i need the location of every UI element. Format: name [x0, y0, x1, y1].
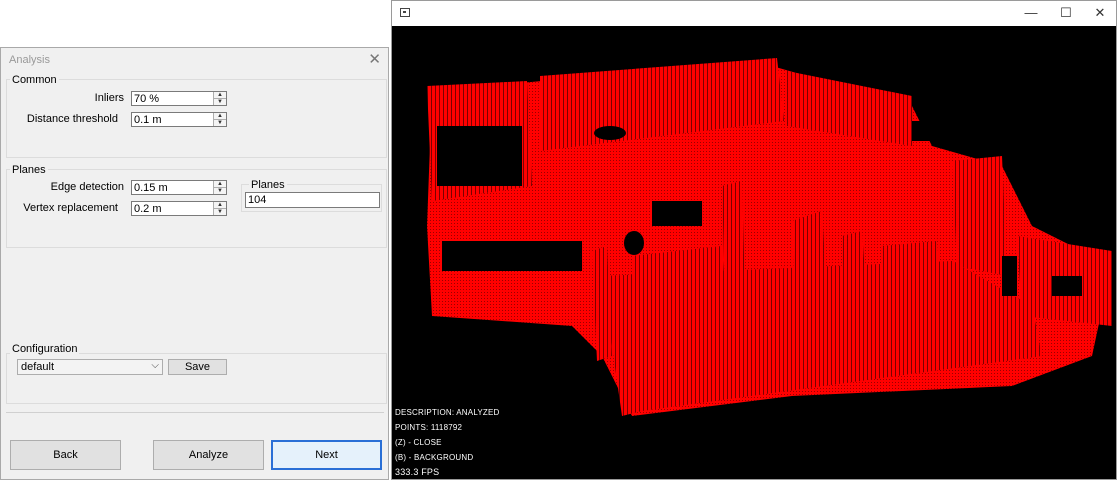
analysis-dialog: Analysis ✕ Common Inliers 70 % ▲ ▼ Dista…: [0, 47, 389, 480]
point-cloud-canvas[interactable]: [392, 26, 1116, 479]
hud-points: POINTS: 1118792: [395, 423, 463, 432]
spin-up-icon[interactable]: ▲: [214, 113, 226, 120]
distance-spin-buttons[interactable]: ▲ ▼: [213, 113, 226, 126]
minimize-icon[interactable]: —: [1021, 5, 1041, 20]
spin-up-icon[interactable]: ▲: [214, 181, 226, 188]
spin-up-icon[interactable]: ▲: [214, 202, 226, 209]
vertex-spin-buttons[interactable]: ▲ ▼: [213, 202, 226, 215]
planes-count-label: Planes: [249, 179, 287, 191]
vertex-replacement-value: 0.2 m: [134, 203, 162, 215]
distance-threshold-value: 0.1 m: [134, 114, 162, 126]
planes-count-input[interactable]: [246, 193, 379, 207]
common-group-label: Common: [10, 74, 59, 86]
vertex-replacement-label: Vertex replacement: [23, 202, 118, 214]
maximize-icon[interactable]: ☐: [1056, 5, 1076, 21]
hud-description: DESCRIPTION: ANALYZED: [395, 408, 500, 417]
edge-detection-label: Edge detection: [50, 181, 124, 193]
save-button[interactable]: Save: [168, 359, 227, 375]
inliers-value: 70 %: [134, 93, 160, 105]
inliers-label: Inliers: [94, 92, 124, 104]
wall-points: [952, 156, 1007, 276]
configuration-label: Configuration: [10, 343, 80, 355]
point-cloud: [427, 58, 1112, 416]
planes-count-field[interactable]: [245, 192, 380, 208]
distance-threshold-label: Distance threshold: [26, 113, 118, 125]
configuration-select[interactable]: default ⌵: [17, 359, 163, 375]
point-cloud-viewer-window: — ☐ ✕ DESCRIPTION: ANALYZED POINTS: 1118…: [391, 0, 1117, 480]
edge-detection-value: 0.15 m: [134, 182, 168, 194]
distance-threshold-stepper[interactable]: 0.1 m ▲ ▼: [131, 112, 227, 127]
spin-down-icon[interactable]: ▼: [214, 120, 226, 126]
close-icon[interactable]: ✕: [1090, 5, 1110, 21]
spin-down-icon[interactable]: ▼: [214, 209, 226, 215]
spin-down-icon[interactable]: ▼: [214, 188, 226, 194]
edge-spin-buttons[interactable]: ▲ ▼: [213, 181, 226, 194]
planes-group-label: Planes: [10, 164, 48, 176]
spin-up-icon[interactable]: ▲: [214, 92, 226, 99]
analyze-button[interactable]: Analyze: [153, 440, 264, 470]
vertex-replacement-stepper[interactable]: 0.2 m ▲ ▼: [131, 201, 227, 216]
separator: [6, 412, 384, 413]
next-button[interactable]: Next: [271, 440, 382, 470]
hud-fps: 333.3 FPS: [395, 467, 440, 477]
hud-close-key: (Z) - CLOSE: [395, 438, 442, 447]
back-button[interactable]: Back: [10, 440, 121, 470]
close-icon[interactable]: ✕: [368, 50, 381, 68]
app-icon: [400, 8, 410, 17]
dialog-title: Analysis: [9, 54, 50, 66]
inliers-stepper[interactable]: 70 % ▲ ▼: [131, 91, 227, 106]
hud-background-key: (B) - BACKGROUND: [395, 453, 474, 462]
inliers-spin-buttons[interactable]: ▲ ▼: [213, 92, 226, 105]
edge-detection-stepper[interactable]: 0.15 m ▲ ▼: [131, 180, 227, 195]
spin-down-icon[interactable]: ▼: [214, 99, 226, 105]
configuration-selected: default: [21, 361, 55, 373]
viewer-title-bar: — ☐ ✕: [392, 1, 1116, 26]
chevron-down-icon[interactable]: ⌵: [151, 360, 159, 371]
